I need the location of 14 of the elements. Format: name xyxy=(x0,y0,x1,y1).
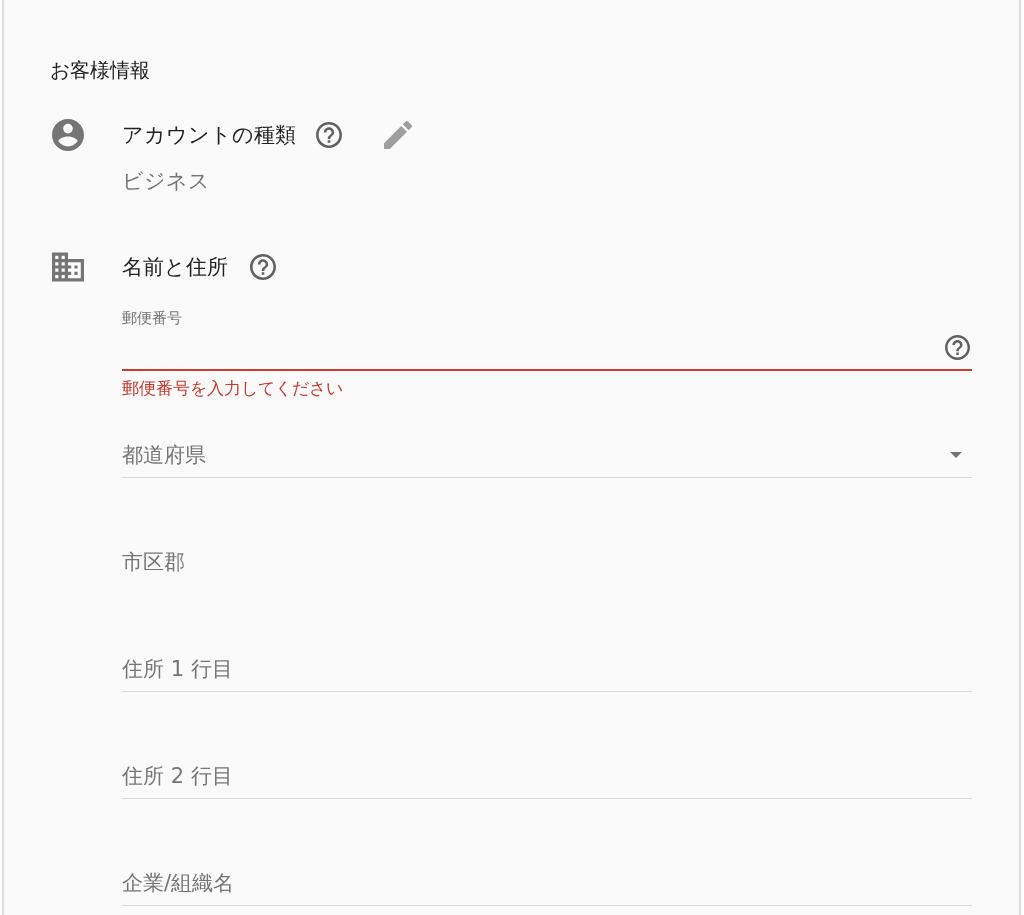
help-icon[interactable] xyxy=(945,335,970,360)
section-heading: 名前と住所 xyxy=(122,254,228,281)
field-label: 郵便番号 xyxy=(122,310,182,326)
account-type-value: ビジネス xyxy=(122,168,210,194)
caret-icon xyxy=(950,452,962,458)
error-message: 郵便番号を入力してください xyxy=(122,378,343,398)
help-icon[interactable] xyxy=(250,254,276,280)
section-title: お客様情報 xyxy=(50,58,150,82)
dropdown-field[interactable]: 都道府県 xyxy=(122,433,972,478)
pencil-icon[interactable] xyxy=(384,121,412,149)
help-icon[interactable] xyxy=(316,122,342,148)
building-icon xyxy=(52,251,84,283)
section-heading: アカウントの種類 xyxy=(122,122,296,149)
input-field[interactable]: 市区郡 xyxy=(122,540,972,585)
